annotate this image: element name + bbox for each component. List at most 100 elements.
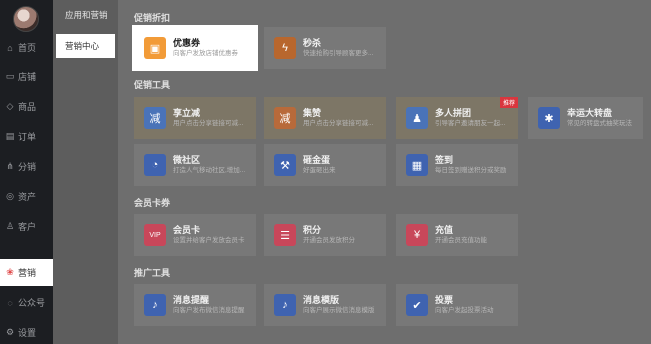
card-seckill[interactable]: ϟ 秒杀 快速抢购引导顾客更多... xyxy=(264,27,386,69)
card-name: 享立减 xyxy=(173,108,201,118)
nav-label: 首页 xyxy=(18,43,37,53)
bell-icon: ♪ xyxy=(144,294,166,316)
nav-label: 公众号 xyxy=(18,298,46,308)
card-name: 秒杀 xyxy=(303,38,322,48)
card-name: 砸金蛋 xyxy=(303,155,331,165)
asset-icon: ◎ xyxy=(6,191,14,201)
vip-card-icon: VIP xyxy=(144,224,166,246)
card-desc: 开通会员充值功能 xyxy=(435,237,487,244)
card-vip[interactable]: VIP 会员卡 设置并给客户发放会员卡 xyxy=(134,214,256,256)
nav-item-wechat[interactable]: ◌ 公众号 xyxy=(0,289,53,316)
nav-label: 订单 xyxy=(18,132,37,142)
card-name: 微社区 xyxy=(173,155,201,165)
card-desc: 开通会员发放积分 xyxy=(303,237,355,244)
card-name: 多人拼团 xyxy=(435,108,472,118)
home-icon: ⌂ xyxy=(7,42,13,53)
main-nav: ⌂ 首页 ▭ 店铺 ◇ 商品 ▤ 订单 ⋔ 分销 ◎ 资产 ♙ 客户 ❀ 营销 … xyxy=(0,0,53,344)
discount-icon: 减 xyxy=(274,107,296,129)
card-name: 会员卡 xyxy=(173,225,201,235)
card-desc: 打造人气移动社区,增加... xyxy=(173,167,246,174)
card-desc: 向客户发放店铺优惠券 xyxy=(173,50,238,57)
subnav-title: 应用和营销 xyxy=(65,10,108,20)
wheel-icon: ✱ xyxy=(538,107,560,129)
card-recharge[interactable]: ¥ 充值 开通会员充值功能 xyxy=(396,214,518,256)
discount-icon: 减 xyxy=(144,107,166,129)
nav-item-assets[interactable]: ◎ 资产 xyxy=(0,183,53,210)
card-msg-template[interactable]: ♪ 消息模版 向客户展示微信消息模版 xyxy=(264,284,386,326)
card-name: 签到 xyxy=(435,155,454,165)
nav-item-marketing[interactable]: ❀ 营销 xyxy=(0,259,53,286)
card-name: 集赞 xyxy=(303,108,322,118)
nav-item-store[interactable]: ▭ 店铺 xyxy=(0,63,53,90)
nav-label: 客户 xyxy=(18,222,37,232)
card-signin[interactable]: ▦ 签到 每日签到赠送积分或奖励 xyxy=(396,144,518,186)
card-desc: 向客户发起投票活动 xyxy=(435,307,494,314)
wallet-icon: ¥ xyxy=(406,224,428,246)
card-name: 优惠券 xyxy=(173,38,201,48)
nav-item-home[interactable]: ⌂ 首页 xyxy=(0,34,53,61)
section-title-tools: 促销工具 xyxy=(134,80,171,90)
card-name: 消息提醒 xyxy=(173,295,210,305)
card-name: 充值 xyxy=(435,225,454,235)
card-desc: 引导客户邀请朋友一起... xyxy=(435,120,506,127)
vote-icon: ✔ xyxy=(406,294,428,316)
card-xiangli[interactable]: 减 享立减 用户点击分享链接可减... xyxy=(134,97,256,139)
nav-label: 商品 xyxy=(18,102,37,112)
card-golden-egg[interactable]: ⚒ 砸金蛋 好蛋砸出来 xyxy=(264,144,386,186)
card-community[interactable]: ◔ 微社区 打造人气移动社区,增加... xyxy=(134,144,256,186)
nav-label: 资产 xyxy=(18,192,37,202)
card-desc: 快速抢购引导顾客更多... xyxy=(303,50,374,57)
order-icon: ▤ xyxy=(5,131,15,141)
group-icon: ♟ xyxy=(406,107,428,129)
card-jizan[interactable]: 减 集赞 用户点击分享链接可减... xyxy=(264,97,386,139)
nav-item-customers[interactable]: ♙ 客户 xyxy=(0,213,53,240)
nav-label: 店铺 xyxy=(18,72,37,82)
card-name: 幸运大转盘 xyxy=(567,108,613,118)
card-desc: 向客户发布微信消息提醒 xyxy=(173,307,245,314)
card-msg-remind[interactable]: ♪ 消息提醒 向客户发布微信消息提醒 xyxy=(134,284,256,326)
card-pintuan[interactable]: ♟ 多人拼团 引导客户邀请朋友一起... 推荐 xyxy=(396,97,518,139)
hammer-icon: ⚒ xyxy=(274,154,296,176)
chat-icon: ◔ xyxy=(144,154,166,176)
card-lucky-wheel[interactable]: ✱ 幸运大转盘 常见的转盘式抽奖玩法 xyxy=(528,97,643,139)
sub-nav: 应用和营销 营销中心 xyxy=(53,0,118,344)
avatar[interactable] xyxy=(13,6,39,32)
card-desc: 设置并给客户发放会员卡 xyxy=(173,237,245,244)
subnav-item-marketing-center[interactable]: 营销中心 xyxy=(56,34,115,58)
card-name: 积分 xyxy=(303,225,322,235)
card-desc: 常见的转盘式抽奖玩法 xyxy=(567,120,632,127)
card-name: 消息模版 xyxy=(303,295,340,305)
card-desc: 用户点击分享链接可减... xyxy=(173,120,244,127)
database-icon: ☰ xyxy=(274,224,296,246)
share-icon: ⋔ xyxy=(6,161,14,171)
bell-icon: ♪ xyxy=(274,294,296,316)
settings-icon: ⚙ xyxy=(5,327,15,337)
section-title-promo: 促销折扣 xyxy=(134,13,171,23)
nav-label: 设置 xyxy=(18,328,37,338)
coupon-icon: ▣ xyxy=(144,37,166,59)
card-points[interactable]: ☰ 积分 开通会员发放积分 xyxy=(264,214,386,256)
marketing-icon: ❀ xyxy=(6,267,14,277)
wechat-icon: ◌ xyxy=(7,297,13,308)
goods-icon: ◇ xyxy=(6,101,14,111)
nav-label: 分销 xyxy=(18,162,37,172)
card-desc: 向客户展示微信消息模版 xyxy=(303,307,375,314)
card-desc: 用户点击分享链接可减... xyxy=(303,120,374,127)
nav-item-settings[interactable]: ⚙ 设置 xyxy=(0,319,53,344)
lightning-icon: ϟ xyxy=(274,37,296,59)
card-desc: 好蛋砸出来 xyxy=(303,167,336,174)
nav-item-distribution[interactable]: ⋔ 分销 xyxy=(0,153,53,180)
calendar-icon: ▦ xyxy=(406,154,428,176)
store-icon: ▭ xyxy=(5,71,15,81)
card-desc: 每日签到赠送积分或奖励 xyxy=(435,167,507,174)
recommend-badge: 推荐 xyxy=(499,97,518,108)
card-vote[interactable]: ✔ 投票 向客户发起投票活动 xyxy=(396,284,518,326)
nav-item-goods[interactable]: ◇ 商品 xyxy=(0,93,53,120)
customer-icon: ♙ xyxy=(5,221,15,231)
marketing-center-panel: 促销折扣 ▣ 优惠券 向客户发放店铺优惠券 ϟ 秒杀 快速抢购引导顾客更多...… xyxy=(118,0,651,344)
nav-item-orders[interactable]: ▤ 订单 xyxy=(0,123,53,150)
nav-label: 营销 xyxy=(18,268,37,278)
section-title-member: 会员卡券 xyxy=(134,198,171,208)
card-coupon[interactable]: ▣ 优惠券 向客户发放店铺优惠券 xyxy=(134,27,256,69)
card-name: 投票 xyxy=(435,295,454,305)
